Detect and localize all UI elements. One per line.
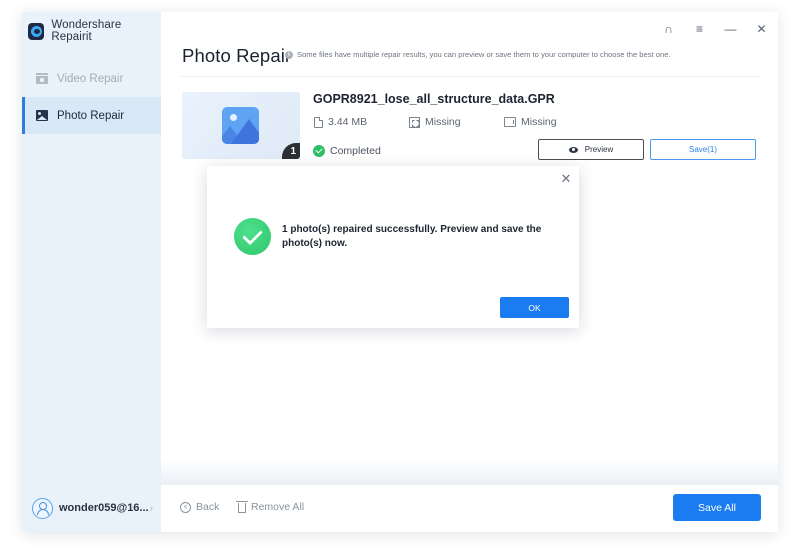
app-window: Wondershare Repairit Video Repair Photo … — [22, 12, 778, 532]
photo-icon — [36, 110, 48, 121]
save-all-label: Save All — [698, 501, 736, 514]
eye-icon — [568, 146, 578, 153]
file-thumbnail[interactable]: 1 — [182, 92, 300, 159]
remove-all-label: Remove All — [251, 501, 305, 513]
resolution-value: Missing — [425, 116, 461, 128]
back-arrow-icon: < — [180, 501, 191, 513]
success-check-icon — [234, 218, 271, 255]
header-divider — [180, 76, 760, 77]
result-count-badge: 1 — [282, 143, 300, 159]
back-label: Back — [196, 501, 220, 513]
sidebar-item-label: Video Repair — [57, 72, 124, 85]
repairit-logo-icon — [28, 22, 45, 40]
close-icon[interactable]: ✕ — [755, 22, 768, 36]
ok-button[interactable]: OK — [500, 297, 569, 318]
app-title: Wondershare Repairit — [51, 19, 122, 43]
duration-value: Missing — [521, 116, 557, 128]
page-title: Photo Repair — [182, 45, 292, 66]
image-placeholder-icon — [222, 107, 259, 144]
page-hint: i Some files have multiple repair result… — [285, 50, 671, 59]
sidebar-item-video-repair[interactable]: Video Repair — [22, 60, 161, 97]
ok-label: OK — [528, 302, 541, 313]
camera-icon — [504, 117, 516, 127]
file-icon — [314, 116, 323, 128]
sidebar-item-label: Photo Repair — [57, 109, 125, 122]
user-name: wonder059@16... — [59, 502, 149, 514]
video-icon — [36, 73, 48, 84]
user-account[interactable]: wonder059@16... — [32, 497, 149, 519]
repair-status: Completed — [313, 145, 381, 157]
preview-button[interactable]: Preview — [538, 139, 644, 160]
dialog-message: 1 photo(s) repaired successfully. Previe… — [282, 224, 542, 249]
hint-text: Some files have multiple repair results,… — [297, 50, 671, 59]
hamburger-menu-icon[interactable]: ≡ — [693, 22, 706, 36]
status-text: Completed — [330, 145, 381, 157]
headset-icon[interactable]: ∩ — [662, 22, 675, 36]
save-button[interactable]: Save(1) — [650, 139, 756, 160]
footer: < Back Remove All Save All — [161, 485, 778, 532]
window-controls: ∩ ≡ — ✕ — [662, 22, 768, 36]
brand: Wondershare Repairit — [28, 19, 161, 43]
file-size-value: 3.44 MB — [328, 116, 368, 128]
remove-all-button[interactable]: Remove All — [236, 501, 305, 513]
trash-icon — [236, 501, 248, 513]
chevron-right-icon[interactable]: › — [150, 503, 153, 513]
file-name: GOPR8921_lose_all_structure_data.GPR — [313, 92, 555, 106]
file-size: 3.44 MB — [314, 116, 367, 128]
info-icon: i — [285, 50, 293, 59]
minimize-icon[interactable]: — — [724, 22, 737, 36]
sidebar: Wondershare Repairit Video Repair Photo … — [22, 12, 161, 532]
save-all-button[interactable]: Save All — [673, 494, 761, 521]
preview-label: Preview — [584, 145, 614, 154]
footer-shadow — [161, 460, 778, 485]
save-label: Save(1) — [688, 145, 717, 154]
check-circle-icon — [313, 145, 325, 157]
back-button[interactable]: < Back — [180, 501, 219, 513]
dialog-close-icon[interactable]: ✕ — [559, 172, 573, 186]
avatar-icon — [32, 497, 53, 519]
sidebar-item-photo-repair[interactable]: Photo Repair — [22, 97, 161, 134]
file-resolution: Missing — [409, 116, 461, 128]
success-dialog: ✕ 1 photo(s) repaired successfully. Prev… — [207, 166, 579, 328]
resolution-icon — [409, 116, 420, 128]
file-duration: Missing — [504, 116, 557, 128]
